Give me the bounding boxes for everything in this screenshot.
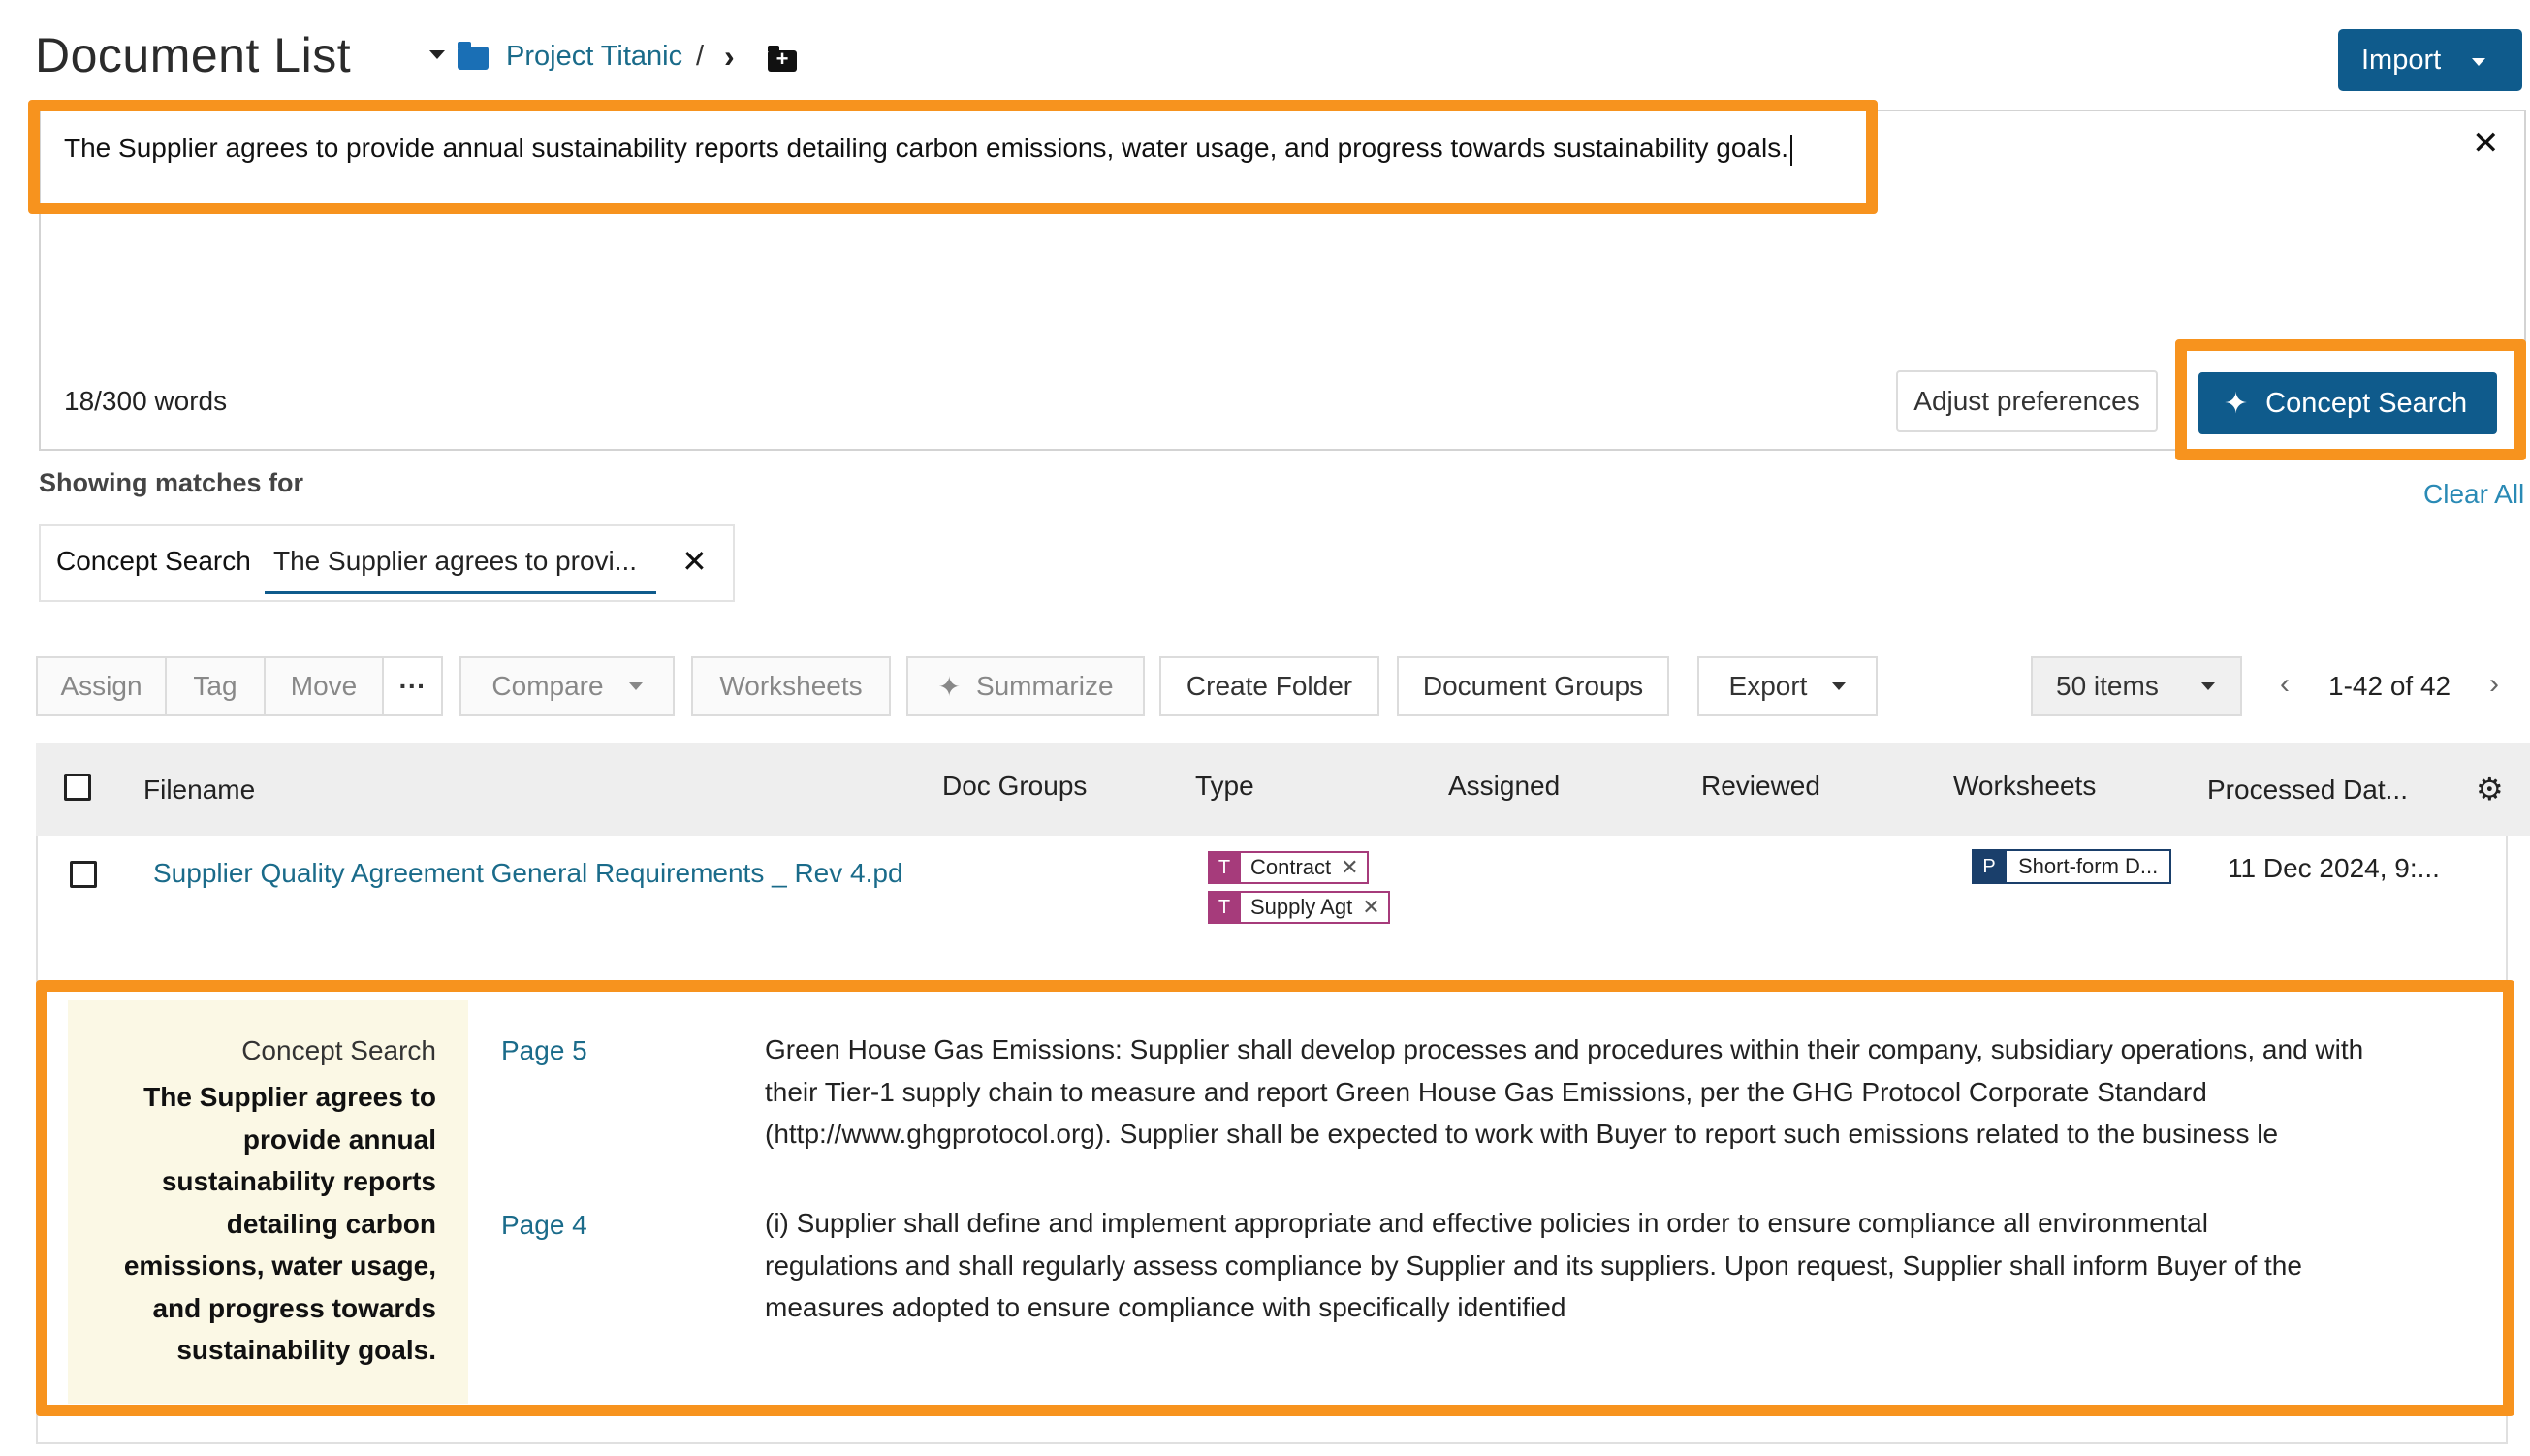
page-size-select[interactable]: 50 items	[2031, 656, 2242, 716]
pagination-text: 1-42 of 42	[2328, 671, 2451, 701]
column-header-filename[interactable]: Filename	[143, 775, 255, 806]
create-folder-button[interactable]: Create Folder	[1159, 656, 1379, 716]
more-actions-button[interactable]: ···	[382, 656, 443, 716]
breadcrumb-separator: /	[696, 41, 705, 72]
sparkle-icon: ✦	[937, 671, 961, 702]
compare-button[interactable]: Compare	[459, 656, 675, 716]
export-button[interactable]: Export	[1697, 656, 1878, 716]
tag-button[interactable]: Tag	[165, 656, 266, 716]
tag-label: Supply Agt	[1250, 895, 1353, 919]
gear-icon[interactable]: ⚙	[2476, 771, 2504, 807]
match-query-line: sustainability reports	[161, 1166, 436, 1196]
sparkle-icon: ✦	[2224, 387, 2249, 420]
caret-down-icon	[628, 682, 643, 690]
showing-matches-label: Showing matches for	[39, 468, 304, 497]
breadcrumb-caret-down-icon[interactable]	[429, 50, 445, 59]
snippet-line: regulations and shall regularly assess c…	[765, 1250, 2302, 1281]
row-checkbox[interactable]	[70, 861, 97, 888]
match-query-line: and progress towards	[152, 1292, 436, 1323]
new-folder-icon[interactable]: +	[768, 46, 797, 72]
compare-button-label: Compare	[491, 671, 604, 701]
table-header	[36, 743, 2530, 836]
concept-search-button[interactable]: ✦ Concept Search	[2198, 372, 2497, 434]
word-count: 18/300 words	[64, 386, 228, 416]
snippet-line: (i) Supplier shall define and implement …	[765, 1208, 2208, 1238]
tag-badge: T	[1208, 891, 1241, 924]
worksheet-label: Short-form D...	[2018, 854, 2159, 878]
column-header-worksheets[interactable]: Worksheets	[1953, 771, 2096, 802]
import-button[interactable]: Import	[2338, 29, 2522, 91]
caret-down-icon	[1832, 682, 1847, 690]
match-snippet: Green House Gas Emissions: Supplier shal…	[765, 1029, 2432, 1155]
match-query-line: The Supplier agrees to	[143, 1082, 436, 1112]
match-query-line: sustainability goals.	[176, 1335, 436, 1365]
folder-icon	[458, 42, 489, 70]
text-cursor	[1789, 134, 1792, 166]
snippet-line: Green House Gas Emissions: Supplier shal…	[765, 1034, 2364, 1064]
snippet-line: their Tier-1 supply chain to measure and…	[765, 1076, 2207, 1107]
column-header-type[interactable]: Type	[1195, 771, 1254, 802]
search-query-text: The Supplier agrees to provide annual su…	[64, 133, 1788, 163]
tag-badge: T	[1208, 851, 1241, 884]
snippet-line: measures adopted to ensure compliance wi…	[765, 1292, 1566, 1322]
match-snippet: (i) Supplier shall define and implement …	[765, 1202, 2432, 1329]
match-page-link[interactable]: Page 5	[501, 1035, 587, 1066]
document-groups-button[interactable]: Document Groups	[1397, 656, 1669, 716]
worksheet-badge: P	[1972, 849, 2007, 884]
import-button-label: Import	[2361, 44, 2442, 76]
assign-button[interactable]: Assign	[36, 656, 167, 716]
filter-chip-label: Concept Search	[56, 546, 251, 576]
clear-all-link[interactable]: Clear All	[2423, 479, 2524, 510]
match-query-line: emissions, water usage,	[123, 1250, 436, 1281]
select-all-checkbox[interactable]	[64, 774, 91, 801]
worksheets-button[interactable]: Worksheets	[691, 656, 891, 716]
type-tag-supply-agt: T Supply Agt ✕	[1208, 891, 1390, 924]
concept-search-button-label: Concept Search	[2265, 387, 2468, 419]
column-header-assigned[interactable]: Assigned	[1448, 771, 1560, 802]
snippet-line: (http://www.ghgprotocol.org). Supplier s…	[765, 1119, 2279, 1149]
column-header-reviewed[interactable]: Reviewed	[1701, 771, 1820, 802]
move-button[interactable]: Move	[264, 656, 384, 716]
worksheet-tag[interactable]: P Short-form D...	[1972, 849, 2172, 884]
filter-chip-value[interactable]: The Supplier agrees to provi...	[273, 546, 637, 577]
type-tag-contract: T Contract ✕	[1208, 851, 1369, 884]
remove-tag-close-icon[interactable]: ✕	[1341, 855, 1358, 880]
filter-chip-underline	[265, 591, 656, 594]
caret-down-icon	[2200, 682, 2215, 690]
export-button-label: Export	[1728, 671, 1808, 701]
processed-date: 11 Dec 2024, 9:...	[2228, 853, 2440, 883]
chevron-right-icon[interactable]: ›	[724, 39, 735, 75]
match-kind-label: Concept Search	[241, 1035, 436, 1065]
match-query-line: provide annual	[242, 1124, 436, 1155]
match-query-text: The Supplier agrees to provide annual su…	[97, 1076, 436, 1372]
summarize-button-label: Summarize	[975, 671, 1114, 701]
breadcrumb-project-link[interactable]: Project Titanic	[506, 41, 682, 73]
tag-label: Contract	[1250, 855, 1332, 879]
next-page-icon[interactable]: ›	[2489, 668, 2499, 701]
remove-tag-close-icon[interactable]: ✕	[1362, 895, 1379, 920]
summarize-button[interactable]: ✦ Summarize	[906, 656, 1145, 716]
adjust-preferences-button[interactable]: Adjust preferences	[1896, 370, 2158, 432]
page-title: Document List	[35, 28, 352, 82]
match-page-link[interactable]: Page 4	[501, 1210, 587, 1241]
caret-down-icon	[2472, 58, 2485, 66]
filename-link[interactable]: Supplier Quality Agreement General Requi…	[153, 858, 903, 889]
match-query-line: detailing carbon	[226, 1208, 436, 1239]
page-size-label: 50 items	[2056, 671, 2159, 701]
column-header-processed-date[interactable]: Processed Dat...	[2207, 775, 2408, 806]
concept-search-text[interactable]: The Supplier agrees to provide annual su…	[64, 133, 1792, 166]
column-header-doc-groups[interactable]: Doc Groups	[942, 771, 1087, 802]
close-icon[interactable]: ✕	[2472, 124, 2500, 163]
previous-page-icon[interactable]: ‹	[2280, 668, 2290, 701]
remove-filter-close-icon[interactable]: ✕	[681, 543, 708, 580]
